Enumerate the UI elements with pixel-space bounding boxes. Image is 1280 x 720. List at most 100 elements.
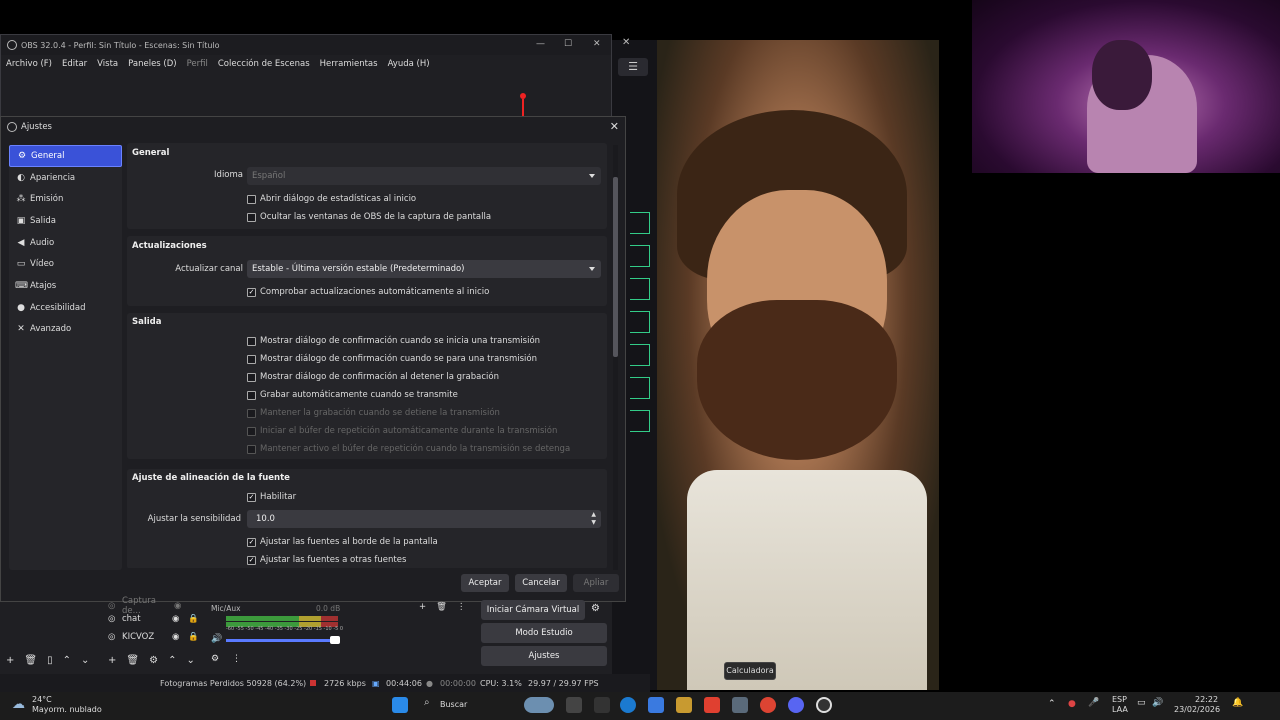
chk-salida-1[interactable]: Mostrar diálogo de confirmación cuando s… [247, 354, 537, 364]
clock-time[interactable]: 22:22 [1195, 695, 1218, 704]
down-icon[interactable]: ⌄ [81, 655, 89, 666]
nav-item-emision[interactable]: ⁂ Emisión [9, 188, 122, 210]
gear-icon[interactable]: ⚙ [211, 654, 219, 664]
language-layout[interactable]: LAA [1112, 705, 1128, 714]
close-icon[interactable]: ✕ [622, 37, 630, 48]
eye-icon[interactable]: ◉ [172, 632, 188, 642]
accept-button[interactable]: Aceptar [461, 574, 509, 592]
chrome-icon[interactable] [760, 697, 776, 713]
network-icon[interactable]: ▭ [1137, 698, 1146, 708]
notepad-icon[interactable] [648, 697, 664, 713]
discord-icon[interactable] [788, 697, 804, 713]
speaker-icon[interactable]: 🔊 [211, 634, 222, 644]
add-icon[interactable]: + [108, 655, 116, 666]
brave-icon[interactable] [704, 697, 720, 713]
nav-item-accesibilidad[interactable]: ● Accesibilidad [9, 297, 122, 319]
nav-item-atajos[interactable]: ⌨ Atajos [9, 275, 122, 297]
explorer-icon[interactable] [676, 697, 692, 713]
spin-down-icon[interactable]: ▼ [591, 520, 596, 526]
menu-herramientas[interactable]: Herramientas [320, 59, 378, 69]
checkbox[interactable] [247, 336, 256, 346]
chk-snap-other[interactable]: ✓ Ajustar las fuentes a otras fuentes [247, 555, 406, 565]
checkbox[interactable] [247, 212, 256, 222]
lock-icon[interactable]: 🔒 [188, 614, 199, 624]
checkbox[interactable] [247, 194, 256, 204]
chk-salida-2[interactable]: Mostrar diálogo de confirmación al deten… [247, 372, 499, 382]
eye-icon[interactable]: ◉ [174, 601, 190, 611]
search-icon[interactable]: ⌕ [424, 697, 430, 708]
idioma-select[interactable]: Español [247, 167, 601, 185]
lock-icon[interactable]: 🔒 [188, 632, 199, 642]
menu-coleccion[interactable]: Colección de Escenas [218, 59, 310, 69]
more-icon[interactable]: ⋮ [457, 602, 466, 612]
calculator-icon[interactable] [732, 697, 748, 713]
checkbox-checked[interactable]: ✓ [247, 492, 256, 502]
update-channel-select[interactable]: Estable - Última versión estable (Predet… [247, 260, 601, 278]
settings-button[interactable]: Ajustes [481, 646, 607, 666]
nav-item-general[interactable]: ⚙ General [9, 145, 122, 167]
notification-icon[interactable]: 🔔 [1232, 698, 1243, 708]
menu-vista[interactable]: Vista [97, 59, 118, 69]
nav-item-apariencia[interactable]: ◐ Apariencia [9, 167, 122, 189]
filter-icon[interactable]: ▯ [47, 655, 53, 666]
down-icon[interactable]: ⌄ [186, 655, 194, 666]
add-icon[interactable]: + [6, 655, 14, 666]
weather-temp[interactable]: 24°C [32, 695, 52, 704]
menu-editar[interactable]: Editar [62, 59, 87, 69]
trash-icon[interactable]: 🗑 [436, 602, 447, 612]
nav-item-video[interactable]: ▭ Vídeo [9, 253, 122, 275]
search-highlight-icon[interactable] [524, 697, 554, 713]
gear-icon[interactable]: ⚙ [591, 603, 600, 614]
nav-item-avanzado[interactable]: ✕ Avanzado [9, 319, 122, 341]
obs-icon[interactable] [816, 697, 832, 713]
gear-icon[interactable]: ⚙ [149, 655, 158, 666]
trash-icon[interactable]: 🗑 [24, 655, 37, 666]
edge-icon[interactable] [620, 697, 636, 713]
search-box[interactable]: Buscar [440, 700, 467, 709]
minimize-icon[interactable]: — [536, 39, 545, 49]
up-icon[interactable]: ⌃ [63, 655, 71, 666]
sensitivity-spinbox[interactable]: 10.0 ▲ ▼ [247, 510, 601, 528]
maximize-icon[interactable]: ☐ [564, 39, 572, 49]
chk-stats[interactable]: Abrir diálogo de estadísticas al inicio [247, 194, 416, 204]
tray-icon[interactable]: ● [1068, 699, 1076, 709]
chk-salida-0[interactable]: Mostrar diálogo de confirmación cuando s… [247, 336, 540, 346]
up-icon[interactable]: ⌃ [168, 655, 176, 666]
virtual-camera-button[interactable]: Iniciar Cámara Virtual [481, 600, 585, 620]
windows-start-icon[interactable] [392, 697, 408, 713]
nav-item-salida[interactable]: ▣ Salida [9, 210, 122, 232]
app-icon[interactable] [594, 697, 610, 713]
task-view-icon[interactable] [566, 697, 582, 713]
checkbox[interactable] [247, 354, 256, 364]
volume-icon[interactable]: 🔊 [1152, 698, 1163, 708]
scrollbar-thumb[interactable] [613, 177, 618, 357]
close-icon[interactable]: ✕ [593, 39, 601, 49]
volume-slider-handle[interactable] [330, 636, 340, 644]
nav-item-audio[interactable]: ◀ Audio [9, 232, 122, 254]
chk-snap-enable[interactable]: ✓ Habilitar [247, 492, 296, 502]
menu-perfil[interactable]: Perfil [187, 59, 208, 69]
more-icon[interactable]: ⋮ [232, 654, 241, 664]
menu-paneles[interactable]: Paneles (D) [128, 59, 176, 69]
apply-button[interactable]: Apliar [573, 574, 619, 592]
checkbox-checked[interactable]: ✓ [247, 555, 256, 565]
checkbox-checked[interactable]: ✓ [247, 287, 256, 297]
checkbox[interactable] [247, 390, 256, 400]
chk-auto-update[interactable]: ✓ Comprobar actualizaciones automáticame… [247, 287, 489, 297]
source-row[interactable]: ◎ KICVOZ ◉ 🔒 [108, 632, 199, 642]
hamburger-icon[interactable]: ☰ [618, 58, 648, 76]
source-row[interactable]: ◎ Captura de... ◉ [108, 596, 190, 616]
spin-up-icon[interactable]: ▲ [591, 512, 596, 518]
source-row[interactable]: ◎ chat ◉ 🔒 [108, 614, 199, 624]
checkbox-checked[interactable]: ✓ [247, 537, 256, 547]
trash-icon[interactable]: 🗑 [126, 655, 139, 666]
cancel-button[interactable]: Cancelar [515, 574, 567, 592]
weather-desc[interactable]: Mayorm. nublado [32, 705, 102, 714]
menu-archivo[interactable]: Archivo (F) [6, 59, 52, 69]
chk-snap-border[interactable]: ✓ Ajustar las fuentes al borde de la pant… [247, 537, 438, 547]
add-icon[interactable]: + [419, 602, 426, 612]
eye-icon[interactable]: ◉ [172, 614, 188, 624]
dialog-close-icon[interactable]: ✕ [610, 120, 619, 133]
chk-hide-capture[interactable]: Ocultar las ventanas de OBS de la captur… [247, 212, 491, 222]
studio-mode-button[interactable]: Modo Estudio [481, 623, 607, 643]
